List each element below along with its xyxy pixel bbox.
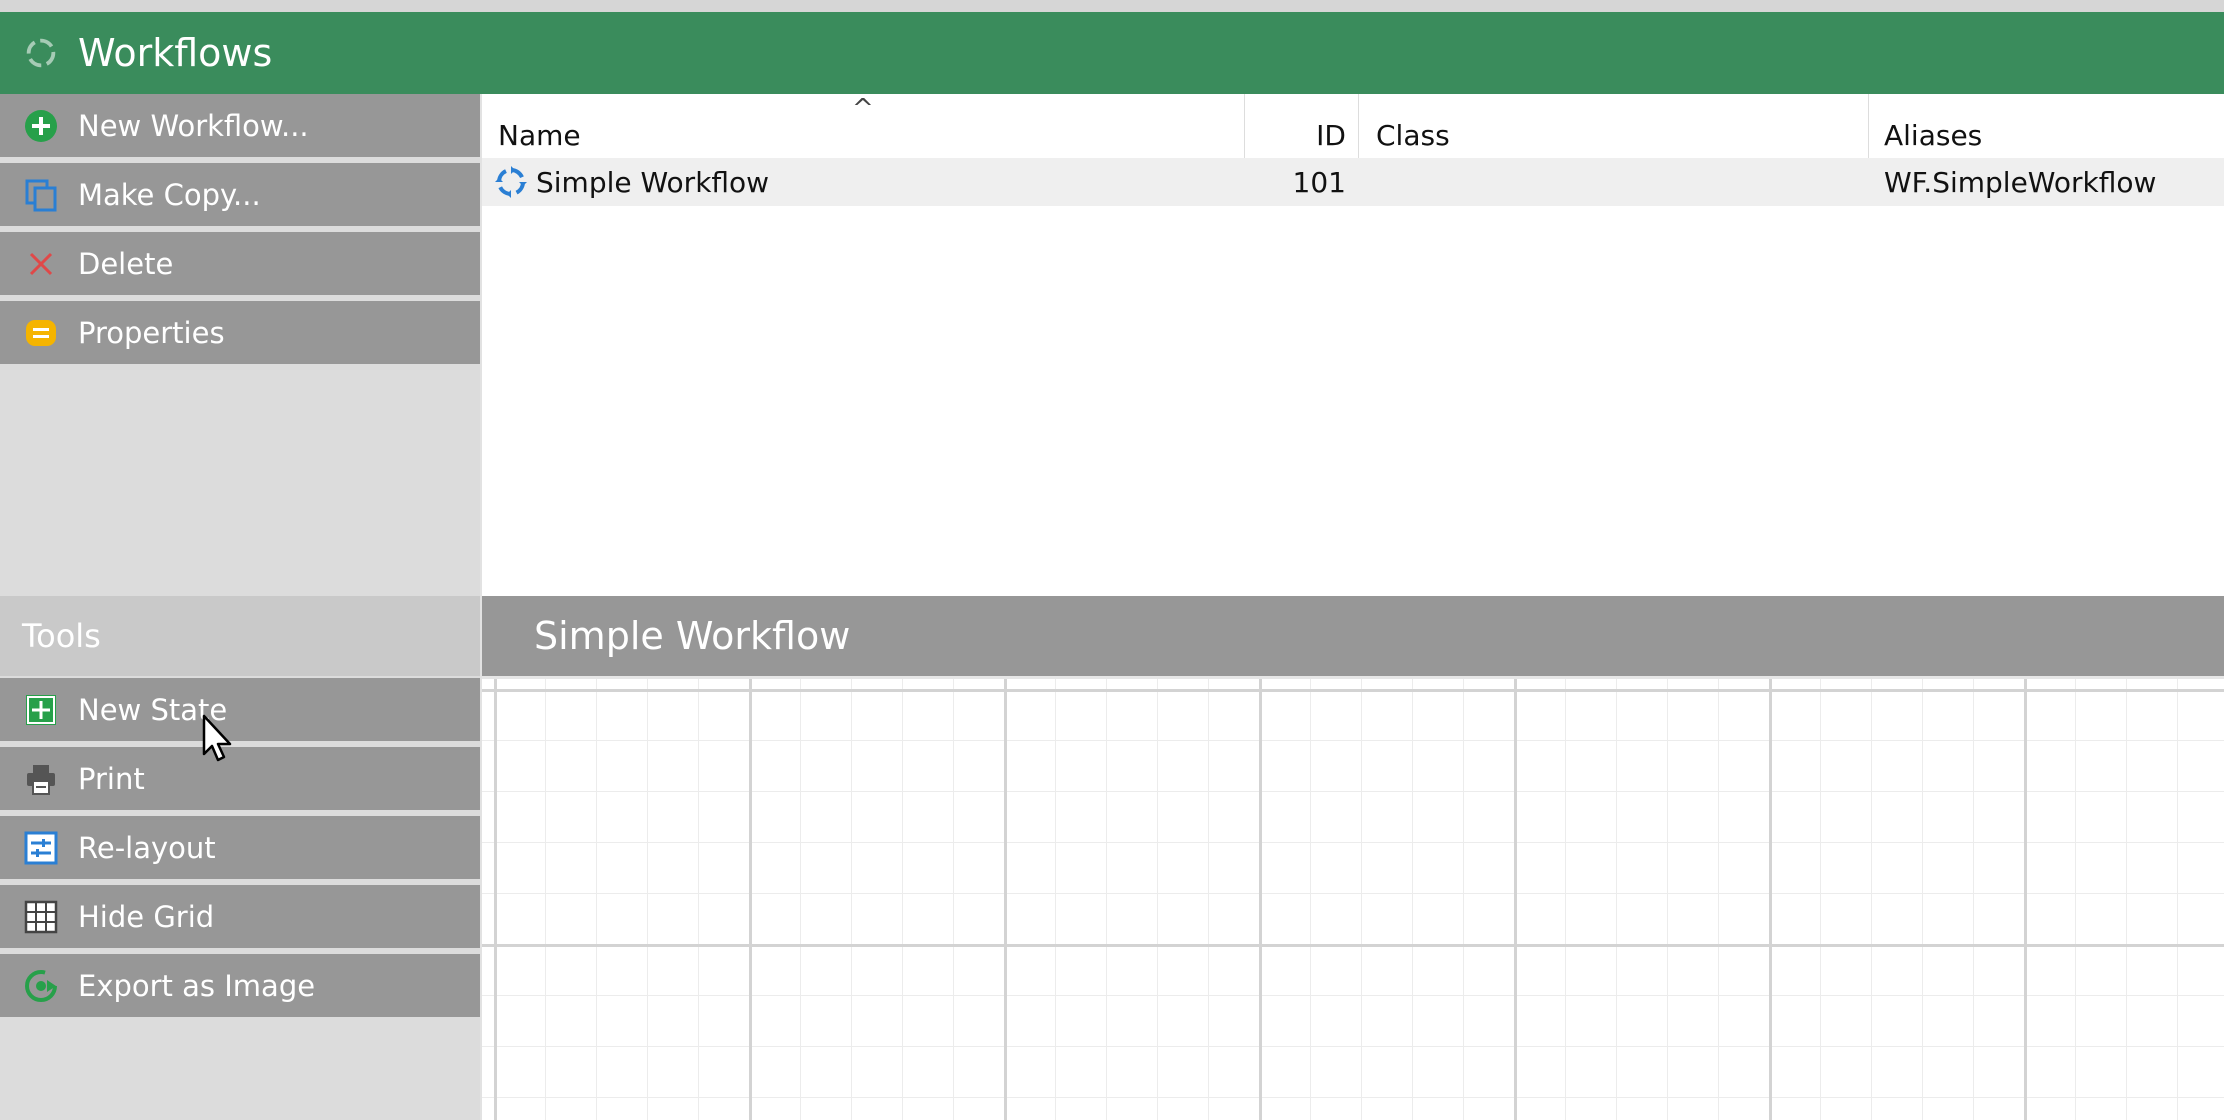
relayout-icon [22, 829, 60, 867]
properties-button[interactable]: Properties [0, 301, 480, 367]
workflow-canvas[interactable] [482, 676, 2224, 1120]
table-header: Name ^ ID Class Aliases [482, 94, 2224, 158]
relayout-label: Re-layout [78, 830, 216, 865]
close-icon [22, 245, 60, 283]
workflow-canvas-title: Simple Workflow [482, 596, 2224, 676]
workflows-titlebar: Workflows [0, 12, 2224, 94]
row-id-cell: 101 [1292, 165, 1346, 199]
properties-label: Properties [78, 315, 225, 350]
export-image-label: Export as Image [78, 968, 316, 1003]
workflow-table: Name ^ ID Class Aliases Simple Workflow [482, 94, 2224, 594]
new-state-button[interactable]: New State [0, 678, 480, 744]
workflow-cycle-icon [26, 38, 56, 68]
plus-square-icon [22, 691, 60, 729]
top-strip [0, 0, 2224, 12]
row-name: Simple Workflow [536, 165, 770, 199]
column-header-id[interactable]: ID [1246, 94, 1358, 158]
grid-icon [22, 898, 60, 936]
export-image-button[interactable]: Export as Image [0, 954, 480, 1020]
copy-icon [22, 176, 60, 214]
tools-header: Tools [0, 596, 480, 676]
column-separator[interactable] [1358, 94, 1359, 158]
table-row[interactable]: Simple Workflow 101 WF.SimpleWorkflow [482, 158, 2224, 206]
workflow-cycle-icon [495, 166, 527, 198]
hide-grid-label: Hide Grid [78, 899, 215, 934]
new-workflow-button[interactable]: New Workflow... [0, 94, 480, 160]
column-separator[interactable] [1868, 94, 1869, 158]
row-class-cell [1376, 158, 1866, 206]
print-button[interactable]: Print [0, 747, 480, 813]
page-title: Workflows [78, 31, 273, 75]
delete-button[interactable]: Delete [0, 232, 480, 298]
properties-icon [22, 314, 60, 352]
make-copy-label: Make Copy... [78, 177, 261, 212]
delete-label: Delete [78, 246, 174, 281]
column-header-name[interactable]: Name [498, 94, 1298, 158]
new-workflow-label: New Workflow... [78, 108, 309, 143]
hand-cursor-icon [202, 714, 232, 762]
export-image-icon [22, 967, 60, 1005]
column-header-class[interactable]: Class [1376, 94, 1876, 158]
make-copy-button[interactable]: Make Copy... [0, 163, 480, 229]
plus-circle-icon [22, 107, 60, 145]
row-aliases-cell: WF.SimpleWorkflow [1884, 165, 2157, 199]
sort-ascending-icon: ^ [852, 94, 874, 124]
row-name-cell: Simple Workflow [492, 158, 1242, 206]
column-header-aliases[interactable]: Aliases [1884, 94, 2204, 158]
print-label: Print [78, 761, 145, 796]
printer-icon [22, 760, 60, 798]
column-separator[interactable] [1244, 94, 1245, 158]
hide-grid-button[interactable]: Hide Grid [0, 885, 480, 951]
relayout-button[interactable]: Re-layout [0, 816, 480, 882]
